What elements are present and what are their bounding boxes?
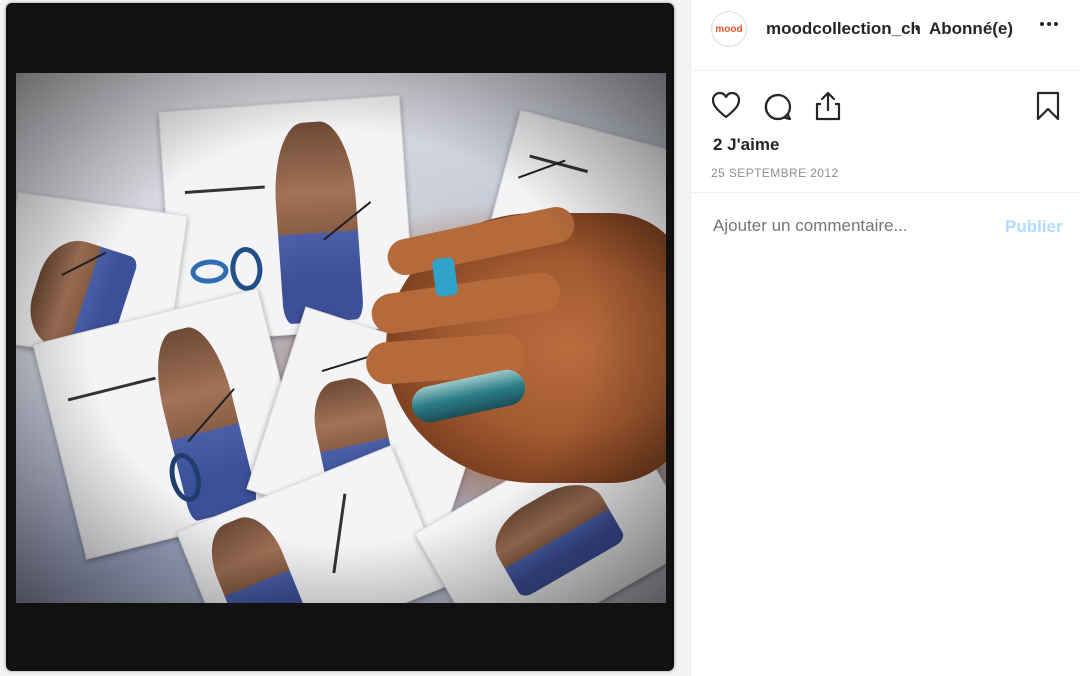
post-media	[0, 0, 690, 676]
username-link[interactable]: moodcollection_ch	[766, 19, 921, 39]
avatar[interactable]: mood	[711, 11, 747, 47]
post-side-panel: mood moodcollection_ch • Abonné(e) 2 J'a…	[690, 0, 1080, 676]
bookmark-icon[interactable]	[1035, 91, 1061, 126]
publish-button[interactable]: Publier	[1005, 217, 1063, 237]
avatar-text: mood	[715, 23, 743, 35]
post-header: mood moodcollection_ch • Abonné(e)	[691, 0, 1080, 71]
share-icon[interactable]	[813, 90, 843, 127]
photo-frame	[6, 3, 674, 671]
comment-input[interactable]	[713, 216, 993, 236]
action-bar	[691, 76, 1080, 126]
post-photo[interactable]	[16, 73, 666, 603]
comment-bar: Publier	[691, 192, 1080, 259]
heart-icon[interactable]	[711, 91, 741, 124]
follow-status-button[interactable]: Abonné(e)	[929, 19, 1013, 39]
post-date[interactable]: 25 SEPTEMBRE 2012	[711, 166, 839, 180]
likes-count[interactable]: 2 J'aime	[713, 135, 779, 155]
separator-dot: •	[915, 20, 920, 36]
more-options-icon[interactable]	[1039, 14, 1059, 40]
comment-icon[interactable]	[763, 92, 793, 127]
